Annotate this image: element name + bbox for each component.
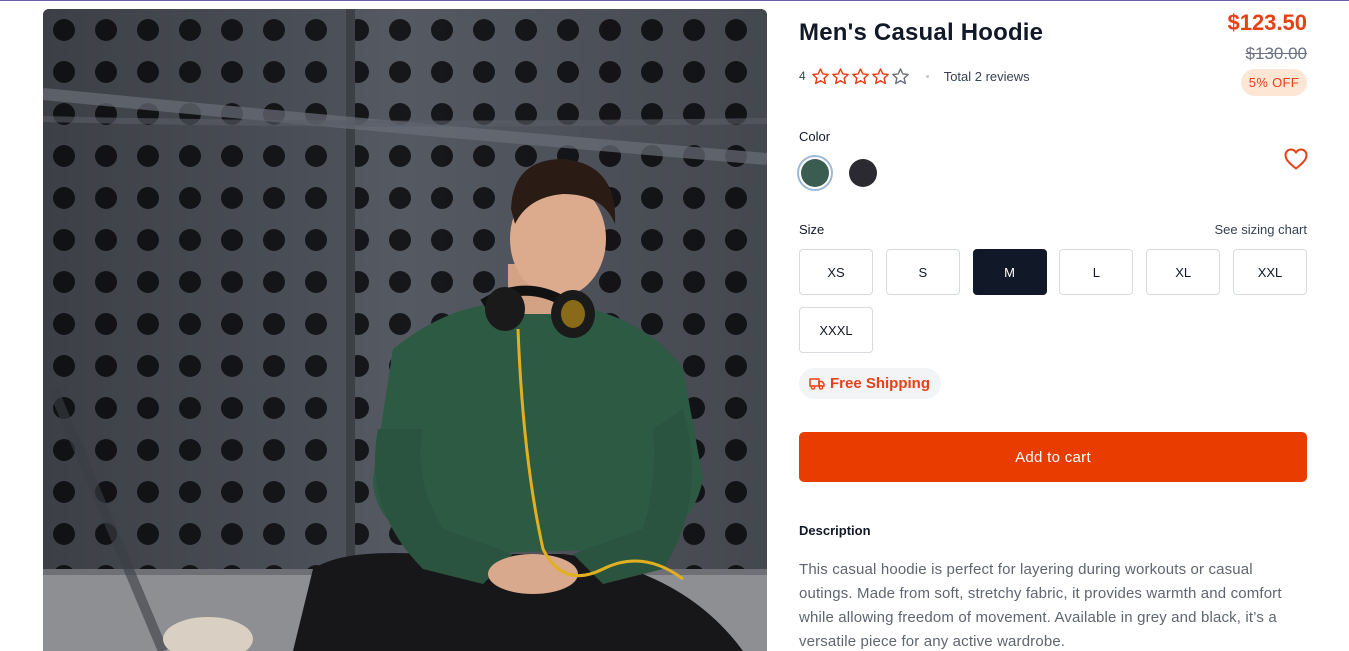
star-icon xyxy=(851,67,869,84)
heart-icon[interactable] xyxy=(1284,148,1308,170)
rating-value: 4 xyxy=(799,69,806,83)
star-icon xyxy=(831,67,849,84)
rating-row: 4 Total 2 reviews xyxy=(799,66,1030,86)
rating-stars xyxy=(811,67,910,86)
product-price: $123.50 xyxy=(1227,10,1307,35)
review-count[interactable]: Total 2 reviews xyxy=(944,69,1030,84)
star-empty-icon xyxy=(891,67,909,84)
separator-dot xyxy=(925,74,929,78)
description-title: Description xyxy=(799,523,871,538)
size-option-l[interactable]: L xyxy=(1059,249,1134,295)
star-icon xyxy=(811,67,829,84)
truck-icon xyxy=(809,378,825,390)
original-price: $130.00 xyxy=(1245,44,1307,63)
product-image[interactable] xyxy=(43,9,767,651)
size-option-xxxl[interactable]: XXXL xyxy=(799,307,873,353)
product-photo-illustration xyxy=(43,9,767,651)
top-divider xyxy=(0,0,1349,1)
description-text: This casual hoodie is perfect for layeri… xyxy=(799,561,1282,650)
add-to-cart-button[interactable]: Add to cart xyxy=(799,432,1307,482)
color-swatch-black[interactable] xyxy=(845,155,881,191)
product-title: Men's Casual Hoodie xyxy=(799,19,1044,46)
size-option-xs[interactable]: XS xyxy=(799,249,873,295)
size-label: Size xyxy=(799,222,825,237)
color-swatches xyxy=(797,155,881,191)
size-options: XS S M L XL XXL XXXL xyxy=(799,249,1307,353)
star-icon xyxy=(871,67,889,84)
sizing-chart-link[interactable]: See sizing chart xyxy=(1215,222,1308,237)
size-option-m[interactable]: M xyxy=(972,249,1047,295)
color-swatch-green[interactable] xyxy=(797,155,833,191)
discount-badge: 5% OFF xyxy=(1240,69,1307,96)
size-option-s[interactable]: S xyxy=(885,249,960,295)
free-shipping-badge: Free Shipping xyxy=(799,368,942,399)
free-shipping-label: Free Shipping xyxy=(830,375,931,392)
color-label: Color xyxy=(799,129,831,144)
size-option-xl[interactable]: XL xyxy=(1146,249,1221,295)
size-option-xxl[interactable]: XXL xyxy=(1232,249,1307,295)
